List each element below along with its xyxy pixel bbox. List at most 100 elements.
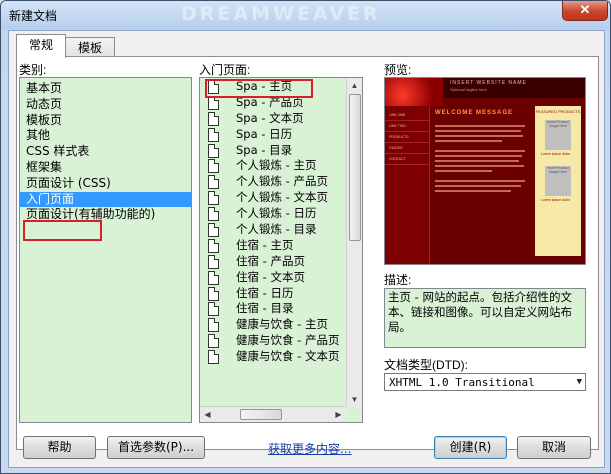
scroll-right-icon[interactable]: ▶ <box>331 407 346 422</box>
scroll-up-icon[interactable]: ▲ <box>347 78 362 93</box>
thumb-header: INSERT WEBSITE NAME Optional tagline her… <box>385 78 585 106</box>
hscroll-thumb[interactable] <box>240 409 282 420</box>
help-button[interactable]: 帮助 <box>23 436 96 459</box>
page-item-label: 个人锻炼 - 产品页 <box>236 174 328 189</box>
selected-page-highlight <box>205 79 313 98</box>
thumb-side-title: FEATURED PRODUCTS <box>535 109 581 114</box>
document-icon <box>208 127 219 142</box>
preview-label: 预览: <box>384 63 412 77</box>
page-item-label: 住宿 - 产品页 <box>236 253 305 268</box>
page-list-item[interactable]: 住宿 - 目录 <box>200 301 362 317</box>
document-icon <box>208 270 219 285</box>
category-item[interactable]: 其他 <box>20 128 191 144</box>
page-list-item[interactable]: 健康与饮食 - 文本页 <box>200 349 362 365</box>
thumb-heading: WELCOME MESSAGE <box>435 110 514 116</box>
document-icon <box>208 191 219 206</box>
page-list-item[interactable]: Spa - 文本页 <box>200 111 362 127</box>
page-item-label: 个人锻炼 - 日历 <box>236 206 317 221</box>
document-icon <box>208 302 219 317</box>
document-icon <box>208 111 219 126</box>
page-list-item[interactable]: Spa - 日历 <box>200 127 362 143</box>
category-item[interactable]: 框架集 <box>20 160 191 176</box>
page-list-item[interactable]: 个人锻炼 - 目录 <box>200 222 362 238</box>
thumb-site-name: INSERT WEBSITE NAME <box>450 80 527 86</box>
thumb-side-item-1: Lorem ipsum dolor <box>541 152 570 156</box>
description-text: 主页 - 网站的起点。包括介绍性的文本、链接和图像。可以自定义网站布局。 <box>384 288 586 348</box>
vscroll-thumb[interactable] <box>349 94 361 241</box>
category-item[interactable]: CSS 样式表 <box>20 144 191 160</box>
dialog-body: 常规 模板 类别: 基本页 动态页 模板页 其他 CSS 样式表 框架集 页面设计 (CSS… <box>8 30 605 468</box>
page-list-item[interactable]: 健康与饮食 - 产品页 <box>200 333 362 349</box>
category-item[interactable]: 模板页 <box>20 113 191 129</box>
scroll-down-icon[interactable]: ▼ <box>347 392 362 407</box>
create-button[interactable]: 创建(R) <box>434 436 507 459</box>
thumb-nav: LINK ONE LINK TWO PRODUCTS GUIDES CONTACT <box>385 106 430 264</box>
thumb-body-text <box>435 122 530 252</box>
page-list-item[interactable]: 个人锻炼 - 产品页 <box>200 174 362 190</box>
document-icon <box>208 254 219 269</box>
category-item[interactable]: 入门页面 <box>20 191 191 208</box>
category-item[interactable]: 页面设计 (CSS) <box>20 176 191 192</box>
document-icon <box>208 223 219 238</box>
preferences-button[interactable]: 首选参数(P)... <box>107 436 205 459</box>
chevron-down-icon[interactable]: ▼ <box>577 374 582 391</box>
thumb-nav-item: LINK ONE <box>385 110 429 121</box>
page-list[interactable]: Spa - 主页 Spa - 产品页 Spa - 文本页 Spa - 日历 Spa - … <box>199 77 363 423</box>
page-item-label: Spa - 目录 <box>236 142 293 157</box>
document-icon <box>208 286 219 301</box>
page-list-vscrollbar[interactable]: ▲ ▼ <box>346 78 362 407</box>
title-bar[interactable]: 新建文档 DREAMWEAVER ✕ <box>1 1 610 29</box>
thumb-product-image-2: Insert Product Image Here <box>545 166 571 196</box>
page-item-label: 健康与饮食 - 文本页 <box>236 349 340 364</box>
page-item-label: 个人锻炼 - 主页 <box>236 158 317 173</box>
thumb-tagline: Optional tagline here <box>450 87 487 92</box>
document-icon <box>208 207 219 222</box>
page-item-label: 个人锻炼 - 目录 <box>236 222 317 237</box>
close-button[interactable]: ✕ <box>562 1 608 21</box>
thumb-nav-item: LINK TWO <box>385 121 429 132</box>
page-item-label: 住宿 - 日历 <box>236 285 294 300</box>
document-icon <box>208 350 219 365</box>
category-list[interactable]: 基本页 动态页 模板页 其他 CSS 样式表 框架集 页面设计 (CSS) 入门页面 页面设计(… <box>19 77 192 423</box>
page-list-item[interactable]: 住宿 - 主页 <box>200 238 362 254</box>
page-list-item[interactable]: Spa - 目录 <box>200 143 362 159</box>
page-list-item[interactable]: 住宿 - 日历 <box>200 286 362 302</box>
page-item-label: 住宿 - 主页 <box>236 237 294 252</box>
page-list-item[interactable]: 个人锻炼 - 日历 <box>200 206 362 222</box>
page-list-item[interactable]: 个人锻炼 - 主页 <box>200 158 362 174</box>
page-list-item[interactable]: 个人锻炼 - 文本页 <box>200 190 362 206</box>
page-item-label: 住宿 - 文本页 <box>236 269 305 284</box>
window-title: 新建文档 <box>9 9 58 23</box>
selected-category-highlight <box>23 220 102 241</box>
thumb-nav-item: CONTACT <box>385 154 429 165</box>
page-list-item[interactable]: 住宿 - 文本页 <box>200 270 362 286</box>
new-document-dialog: 新建文档 DREAMWEAVER ✕ 常规 模板 类别: 基本页 动态页 模板页 其他… <box>0 0 611 474</box>
page-item-label: Spa - 日历 <box>236 126 293 141</box>
page-list-hscrollbar[interactable]: ◀ ▶ <box>200 406 346 422</box>
page-list-item[interactable]: 健康与饮食 - 主页 <box>200 317 362 333</box>
document-icon <box>208 334 219 349</box>
document-icon <box>208 159 219 174</box>
category-label: 类别: <box>19 63 47 77</box>
doctype-select[interactable]: XHTML 1.0 Transitional ▼ <box>384 373 586 391</box>
pages-label: 入门页面: <box>199 63 251 77</box>
thumb-nav-item: GUIDES <box>385 143 429 154</box>
category-item[interactable]: 基本页 <box>20 81 191 97</box>
scroll-left-icon[interactable]: ◀ <box>200 407 215 422</box>
tab-panel: 类别: 基本页 动态页 模板页 其他 CSS 样式表 框架集 页面设计 (CSS) 入门页面页… <box>16 56 599 450</box>
page-list-item[interactable]: 住宿 - 产品页 <box>200 254 362 270</box>
page-item-label: 健康与饮食 - 产品页 <box>236 333 340 348</box>
preview-thumbnail: INSERT WEBSITE NAME Optional tagline her… <box>384 77 586 265</box>
get-more-content-link[interactable]: 获取更多内容... <box>268 440 351 457</box>
category-item[interactable]: 动态页 <box>20 97 191 113</box>
document-icon <box>208 143 219 158</box>
document-icon <box>208 175 219 190</box>
page-item-label: Spa - 文本页 <box>236 110 304 125</box>
doctype-label: 文档类型(DTD): <box>384 358 468 372</box>
document-icon <box>208 318 219 333</box>
thumb-nav-item: PRODUCTS <box>385 132 429 143</box>
page-item-label: 健康与饮食 - 主页 <box>236 317 328 332</box>
cancel-button[interactable]: 取消 <box>517 436 591 459</box>
thumb-sidebar: FEATURED PRODUCTS Insert Product Image H… <box>535 106 581 256</box>
tab-general[interactable]: 常规 <box>16 34 66 58</box>
